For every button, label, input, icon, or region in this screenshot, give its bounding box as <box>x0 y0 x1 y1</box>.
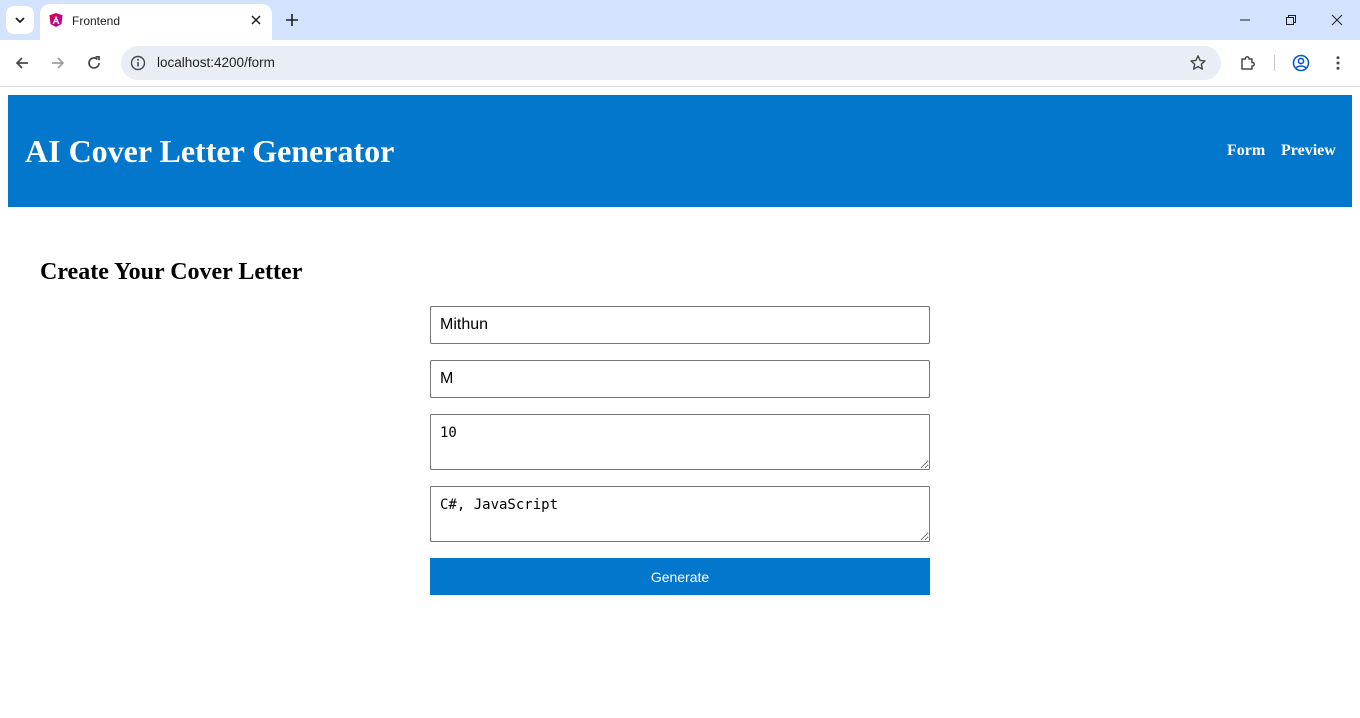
browser-toolbar: localhost:4200/form <box>0 40 1360 87</box>
profile-button[interactable] <box>1287 49 1315 77</box>
form-heading: Create Your Cover Letter <box>40 259 303 285</box>
minimize-button[interactable] <box>1222 0 1268 40</box>
tab-search-button[interactable] <box>6 6 34 34</box>
forward-arrow-icon <box>52 57 65 69</box>
browser-tabstrip: Frontend <box>0 0 1360 40</box>
back-button[interactable] <box>8 49 36 77</box>
address-bar[interactable]: localhost:4200/form <box>121 46 1221 80</box>
minimize-icon <box>1240 19 1250 21</box>
url-text: localhost:4200/form <box>157 55 275 70</box>
profile-icon <box>1292 54 1310 72</box>
forward-button[interactable] <box>44 49 72 77</box>
chevron-down-icon <box>15 17 25 24</box>
extensions-button[interactable] <box>1234 49 1262 77</box>
browser-tab-active[interactable]: Frontend <box>40 4 272 40</box>
angular-icon <box>49 13 63 27</box>
kebab-menu-icon <box>1336 56 1340 70</box>
toolbar-separator <box>1274 55 1275 71</box>
puzzle-icon <box>1241 56 1255 70</box>
nav-link-preview[interactable]: Preview <box>1281 142 1336 160</box>
close-icon <box>251 15 261 25</box>
window-close-button[interactable] <box>1314 0 1360 40</box>
restore-icon <box>1286 15 1296 25</box>
browser-menu-button[interactable] <box>1324 49 1352 77</box>
star-icon[interactable] <box>1189 54 1207 72</box>
generate-button[interactable]: Generate <box>430 558 930 595</box>
info-icon <box>130 55 146 71</box>
app-header: AI Cover Letter Generator Form Preview <box>8 95 1352 207</box>
skills-textarea[interactable]: C#, JavaScript <box>430 486 930 542</box>
close-icon <box>1331 14 1343 26</box>
reload-icon <box>88 55 100 69</box>
restore-button[interactable] <box>1268 0 1314 40</box>
tab-title: Frontend <box>72 14 121 28</box>
app-title: AI Cover Letter Generator <box>25 133 395 169</box>
last-name-input[interactable] <box>430 360 930 398</box>
back-arrow-icon <box>15 57 28 69</box>
plus-icon <box>286 14 298 26</box>
reload-button[interactable] <box>80 49 108 77</box>
experience-textarea[interactable]: 10 <box>430 414 930 470</box>
tab-close-button[interactable] <box>248 12 264 28</box>
first-name-input[interactable] <box>430 306 930 344</box>
new-tab-button[interactable] <box>280 8 304 32</box>
nav-link-form[interactable]: Form <box>1227 142 1265 160</box>
site-info-button[interactable] <box>129 54 147 72</box>
